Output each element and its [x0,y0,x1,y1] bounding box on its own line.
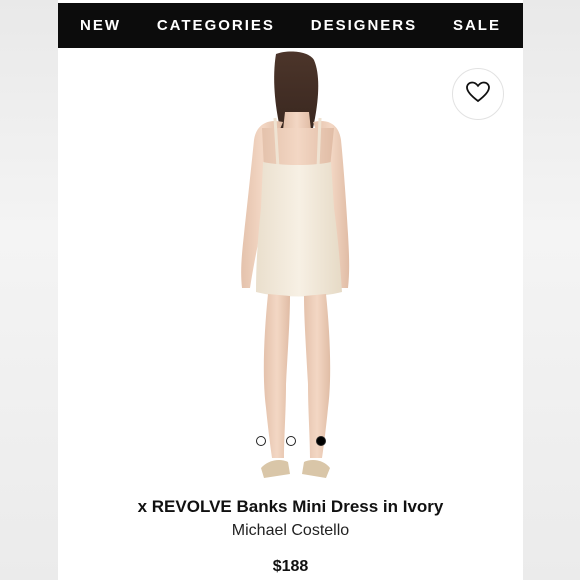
carousel-dot[interactable] [285,436,296,446]
heart-icon [466,81,490,108]
product-title: x REVOLVE Banks Mini Dress in Ivory [137,497,444,516]
left-background [0,0,58,580]
nav-item-sale[interactable]: SALE [453,17,501,34]
product-price: $188 [272,558,309,575]
dress-back-photo [241,51,350,478]
product-designer[interactable]: Michael Costello [58,522,523,540]
carousel-dot-active[interactable] [315,436,326,446]
carousel-dot[interactable] [255,436,266,446]
carousel-indicator [58,436,523,446]
nav-item-new[interactable]: NEW [80,17,121,34]
nav-item-categories[interactable]: CATEGORIES [157,17,275,34]
phone-screen: NEW CATEGORIES DESIGNERS SALE x REVOLVE … [58,0,523,580]
favorite-button[interactable] [452,68,504,120]
product-image[interactable] [58,48,523,488]
right-background [522,0,580,580]
top-navigation: NEW CATEGORIES DESIGNERS SALE [58,3,523,48]
nav-item-designers[interactable]: DESIGNERS [311,17,417,34]
